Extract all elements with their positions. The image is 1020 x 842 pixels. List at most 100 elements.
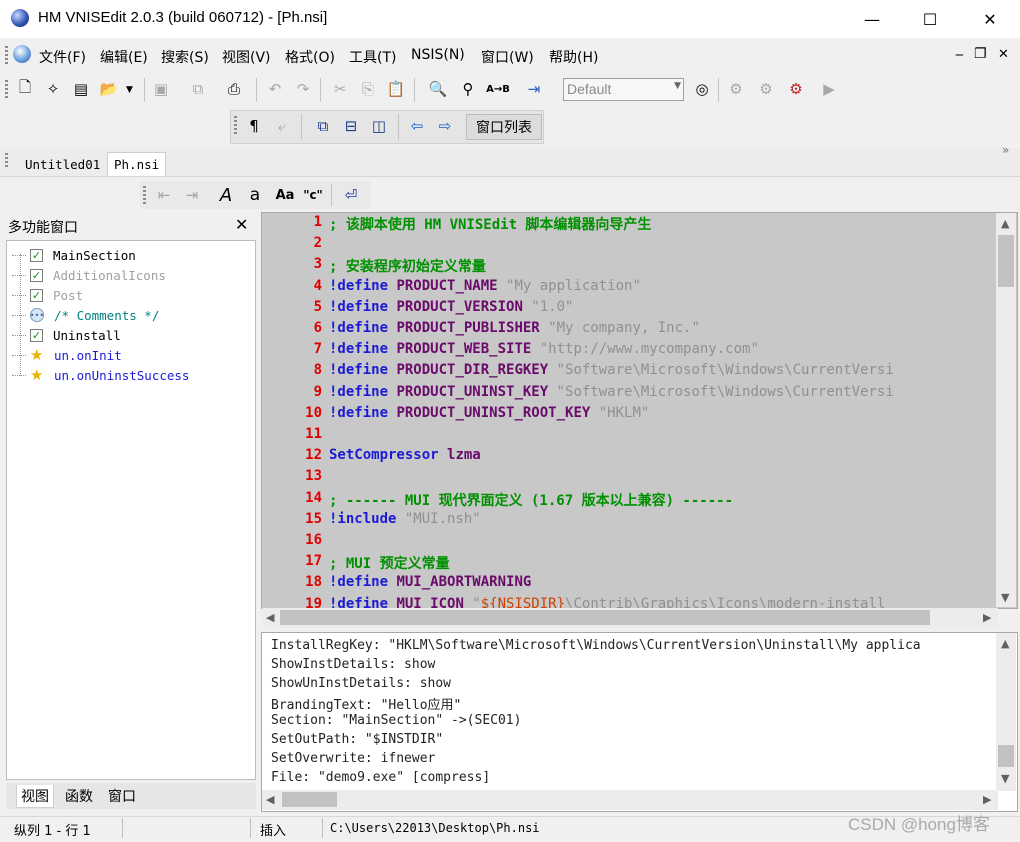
menu-help[interactable]: 帮助(H) [549, 47, 598, 67]
compile-icon[interactable]: ⚙ [724, 77, 748, 101]
new-file-icon[interactable]: 🗋 [13, 77, 37, 101]
maximize-button[interactable]: ☐ [902, 0, 958, 38]
nsis-menu-icon[interactable] [13, 45, 31, 63]
tab-overflow-icon[interactable]: » [1002, 143, 1009, 157]
code-line[interactable]: ; 该脚本使用 HM VNISEdit 脚本编辑器向导产生 [329, 214, 651, 234]
menu-format[interactable]: 格式(O) [285, 47, 335, 67]
output-vertical-scroll-thumb[interactable] [998, 745, 1014, 767]
print-icon[interactable]: ⎙ [222, 77, 246, 101]
insert-return-icon[interactable]: ⏎ [339, 183, 363, 207]
code-line[interactable]: !define PRODUCT_UNINST_ROOT_KEY "HKLM" [329, 405, 649, 421]
window-list-button[interactable]: 窗口列表 [466, 114, 542, 140]
close-button[interactable]: ✕ [962, 0, 1018, 38]
code-line[interactable]: ; MUI 预定义常量 [329, 553, 450, 573]
menu-edit[interactable]: 编辑(E) [100, 47, 148, 67]
code-line[interactable]: !define PRODUCT_UNINST_KEY "Software\Mic… [329, 384, 894, 400]
output-horizontal-scroll-thumb[interactable] [282, 792, 337, 807]
next-window-icon[interactable]: ⇨ [433, 114, 457, 138]
pilcrow-icon[interactable]: ¶ [242, 114, 266, 138]
goto-line-icon[interactable]: ⇥ [522, 77, 546, 101]
chevron-down-icon[interactable]: ▼ [674, 81, 681, 91]
toolbar-grip[interactable] [143, 186, 146, 204]
open-dropdown-icon[interactable]: ▼ [126, 85, 133, 95]
menu-tools[interactable]: 工具(T) [349, 47, 396, 67]
tab-windows[interactable]: 窗口 [104, 785, 140, 807]
tree-item[interactable]: ✓ MainSection [12, 245, 136, 265]
code-line[interactable]: !define MUI_ABORTWARNING [329, 574, 531, 590]
scroll-up-icon[interactable]: ▲ [1001, 637, 1009, 650]
copy-icon[interactable]: ⎘ [356, 77, 380, 101]
scroll-left-icon[interactable]: ◀ [266, 793, 274, 806]
outdent-icon[interactable]: ⇥ [180, 183, 204, 207]
toolbar-grip[interactable] [234, 116, 237, 136]
undo-icon[interactable]: ↶ [263, 77, 287, 101]
stop-compile-icon[interactable]: ⚙ [784, 77, 808, 101]
menubar-grip[interactable] [5, 46, 8, 64]
code-line[interactable]: ; ------ MUI 现代界面定义 (1.67 版本以上兼容) ------ [329, 490, 733, 510]
tree-item[interactable]: ★ un.onInit [12, 345, 122, 365]
code-editor[interactable]: 1 2 3 4 5 6 7 8 9 10 11 12 13 14 15 16 17 18 19 ; 该脚本使用 HM… [261, 212, 1018, 609]
previous-window-icon[interactable]: ⇦ [405, 114, 429, 138]
scheme-combo[interactable]: Default ▼ [563, 78, 684, 101]
app-icon[interactable] [11, 9, 29, 27]
tree-item[interactable]: ★ un.onUninstSuccess [12, 365, 189, 385]
scroll-down-icon[interactable]: ▼ [1001, 772, 1009, 785]
output-horizontal-scrollbar[interactable] [262, 790, 998, 810]
cut-icon[interactable]: ✂ [328, 77, 352, 101]
editor-horizontal-scroll-thumb[interactable] [280, 610, 930, 625]
save-icon[interactable]: ▣ [149, 77, 173, 101]
code-line[interactable]: !define PRODUCT_WEB_SITE "http://www.myc… [329, 341, 759, 357]
find-icon[interactable]: 🔍 [426, 77, 450, 101]
tabstrip-grip[interactable] [5, 153, 8, 169]
menu-window[interactable]: 窗口(W) [481, 47, 534, 67]
replace-icon[interactable]: A→B [486, 77, 510, 101]
tile-vertical-icon[interactable]: ◫ [367, 114, 391, 138]
scroll-right-icon[interactable]: ▶ [983, 793, 991, 806]
tree-item[interactable]: ••• /* Comments */ [12, 305, 159, 325]
editor-vertical-scroll-thumb[interactable] [998, 235, 1014, 287]
scroll-right-icon[interactable]: ▶ [983, 611, 991, 624]
scroll-up-icon[interactable]: ▲ [1001, 217, 1009, 230]
code-line[interactable]: !define PRODUCT_PUBLISHER "My company, I… [329, 320, 700, 336]
cascade-icon[interactable]: ⧉ [311, 114, 335, 138]
checkbox-icon[interactable]: ✓ [30, 268, 43, 282]
menu-nsis[interactable]: NSIS(N) [411, 47, 465, 63]
tab-view[interactable]: 视图 [16, 785, 54, 808]
save-all-icon[interactable]: ⧉ [186, 77, 210, 101]
mdi-minimize-button[interactable]: ‒ [955, 47, 964, 63]
tile-horizontal-icon[interactable]: ⊟ [339, 114, 363, 138]
code-line[interactable]: !define PRODUCT_NAME "My application" [329, 278, 641, 294]
scroll-down-icon[interactable]: ▼ [1001, 591, 1009, 604]
code-line[interactable]: !include "MUI.nsh" [329, 511, 481, 527]
minimize-button[interactable]: — [844, 0, 900, 38]
lowercase-a-icon[interactable]: a [243, 183, 267, 207]
code-line[interactable]: ; 安装程序初始定义常量 [329, 256, 486, 276]
menu-file[interactable]: 文件(F) [39, 47, 86, 67]
output-vertical-scrollbar[interactable] [996, 633, 1016, 791]
settings-eye-icon[interactable]: ◎ [690, 77, 714, 101]
menu-view[interactable]: 视图(V) [222, 47, 271, 67]
code-line[interactable]: !define PRODUCT_DIR_REGKEY "Software\Mic… [329, 362, 894, 378]
indent-icon[interactable]: ⇤ [152, 183, 176, 207]
output-panel[interactable]: InstallRegKey: "HKLM\Software\Microsoft\… [261, 632, 1018, 812]
left-panel-close-button[interactable]: ✕ [235, 215, 248, 234]
checkbox-icon[interactable]: ✓ [30, 328, 43, 342]
tab-untitled01[interactable]: Untitled01 [19, 152, 106, 176]
template-icon[interactable]: ▤ [69, 77, 93, 101]
tree-item[interactable]: ✓ Post [12, 285, 83, 305]
open-folder-icon[interactable]: 📂 [97, 77, 121, 101]
run-icon[interactable]: ▶ [817, 77, 841, 101]
checkbox-icon[interactable]: ✓ [30, 288, 43, 302]
code-line[interactable]: SetCompressor lzma [329, 447, 481, 463]
scroll-left-icon[interactable]: ◀ [266, 611, 274, 624]
redo-icon[interactable]: ↷ [291, 77, 315, 101]
mdi-close-button[interactable]: ✕ [998, 47, 1009, 62]
mdi-restore-button[interactable]: ❐ [974, 46, 987, 62]
find-next-icon[interactable]: ⚲ [456, 77, 480, 101]
italic-a-icon[interactable]: A [214, 183, 238, 207]
tree-item[interactable]: ✓ Uninstall [12, 325, 121, 345]
code-line[interactable]: !define MUI_ICON "${NSISDIR}\Contrib\Gra… [329, 596, 885, 608]
toggle-case-icon[interactable]: Aa [273, 183, 297, 207]
tab-ph-nsi[interactable]: Ph.nsi [107, 152, 167, 176]
tab-functions[interactable]: 函数 [61, 785, 97, 807]
